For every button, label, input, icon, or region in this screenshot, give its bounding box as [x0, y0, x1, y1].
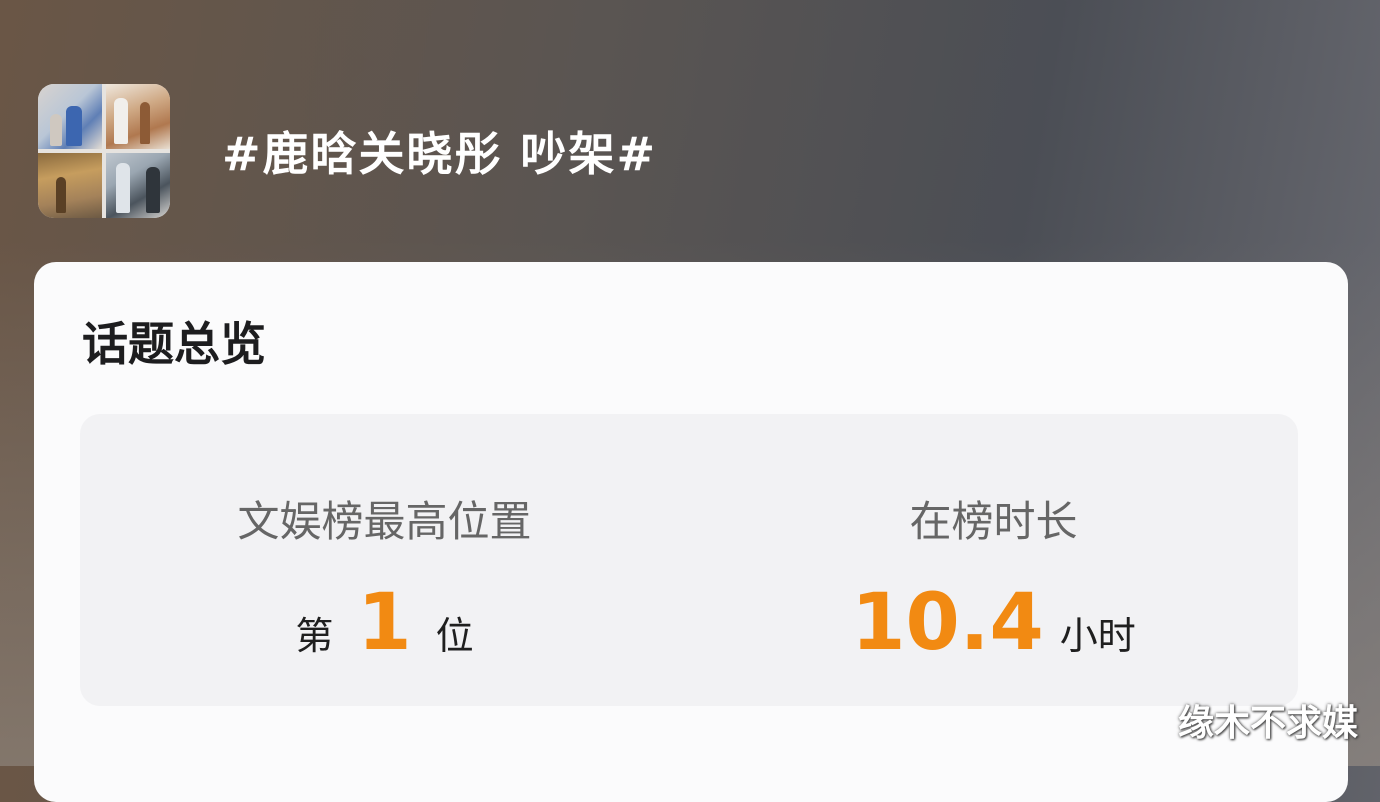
topic-title: #鹿晗关晓彤 吵架#: [222, 127, 658, 181]
topic-cover-image[interactable]: [38, 84, 170, 218]
stat-suffix: 小时: [1059, 614, 1136, 658]
topic-header: #鹿晗关晓彤 吵架#: [38, 84, 657, 218]
overview-card: 话题总览 文娱榜最高位置 第 1 位 在榜时长 10.4 小时: [34, 262, 1348, 802]
stat-value-row: 第 1 位: [80, 578, 689, 668]
stat-number: 10.4: [851, 578, 1044, 668]
cover-photo-3: [38, 153, 102, 218]
cover-photo-1: [38, 84, 102, 149]
stat-value-row: 10.4 小时: [689, 578, 1298, 668]
watermark: 缘木不求媒: [1177, 703, 1358, 744]
stat-prefix: 第: [295, 614, 334, 658]
cover-photo-2: [106, 84, 170, 149]
stat-number: 1: [357, 578, 412, 668]
stat-suffix: 位: [435, 614, 474, 658]
stat-label: 在榜时长: [909, 497, 1078, 546]
stat-label: 文娱榜最高位置: [237, 497, 532, 546]
overview-heading: 话题总览: [82, 317, 266, 371]
stats-panel: 文娱榜最高位置 第 1 位 在榜时长 10.4 小时: [80, 414, 1298, 706]
stat-duration: 在榜时长 10.4 小时: [689, 414, 1298, 706]
stat-highest-rank: 文娱榜最高位置 第 1 位: [80, 414, 689, 706]
cover-photo-4: [106, 153, 170, 218]
